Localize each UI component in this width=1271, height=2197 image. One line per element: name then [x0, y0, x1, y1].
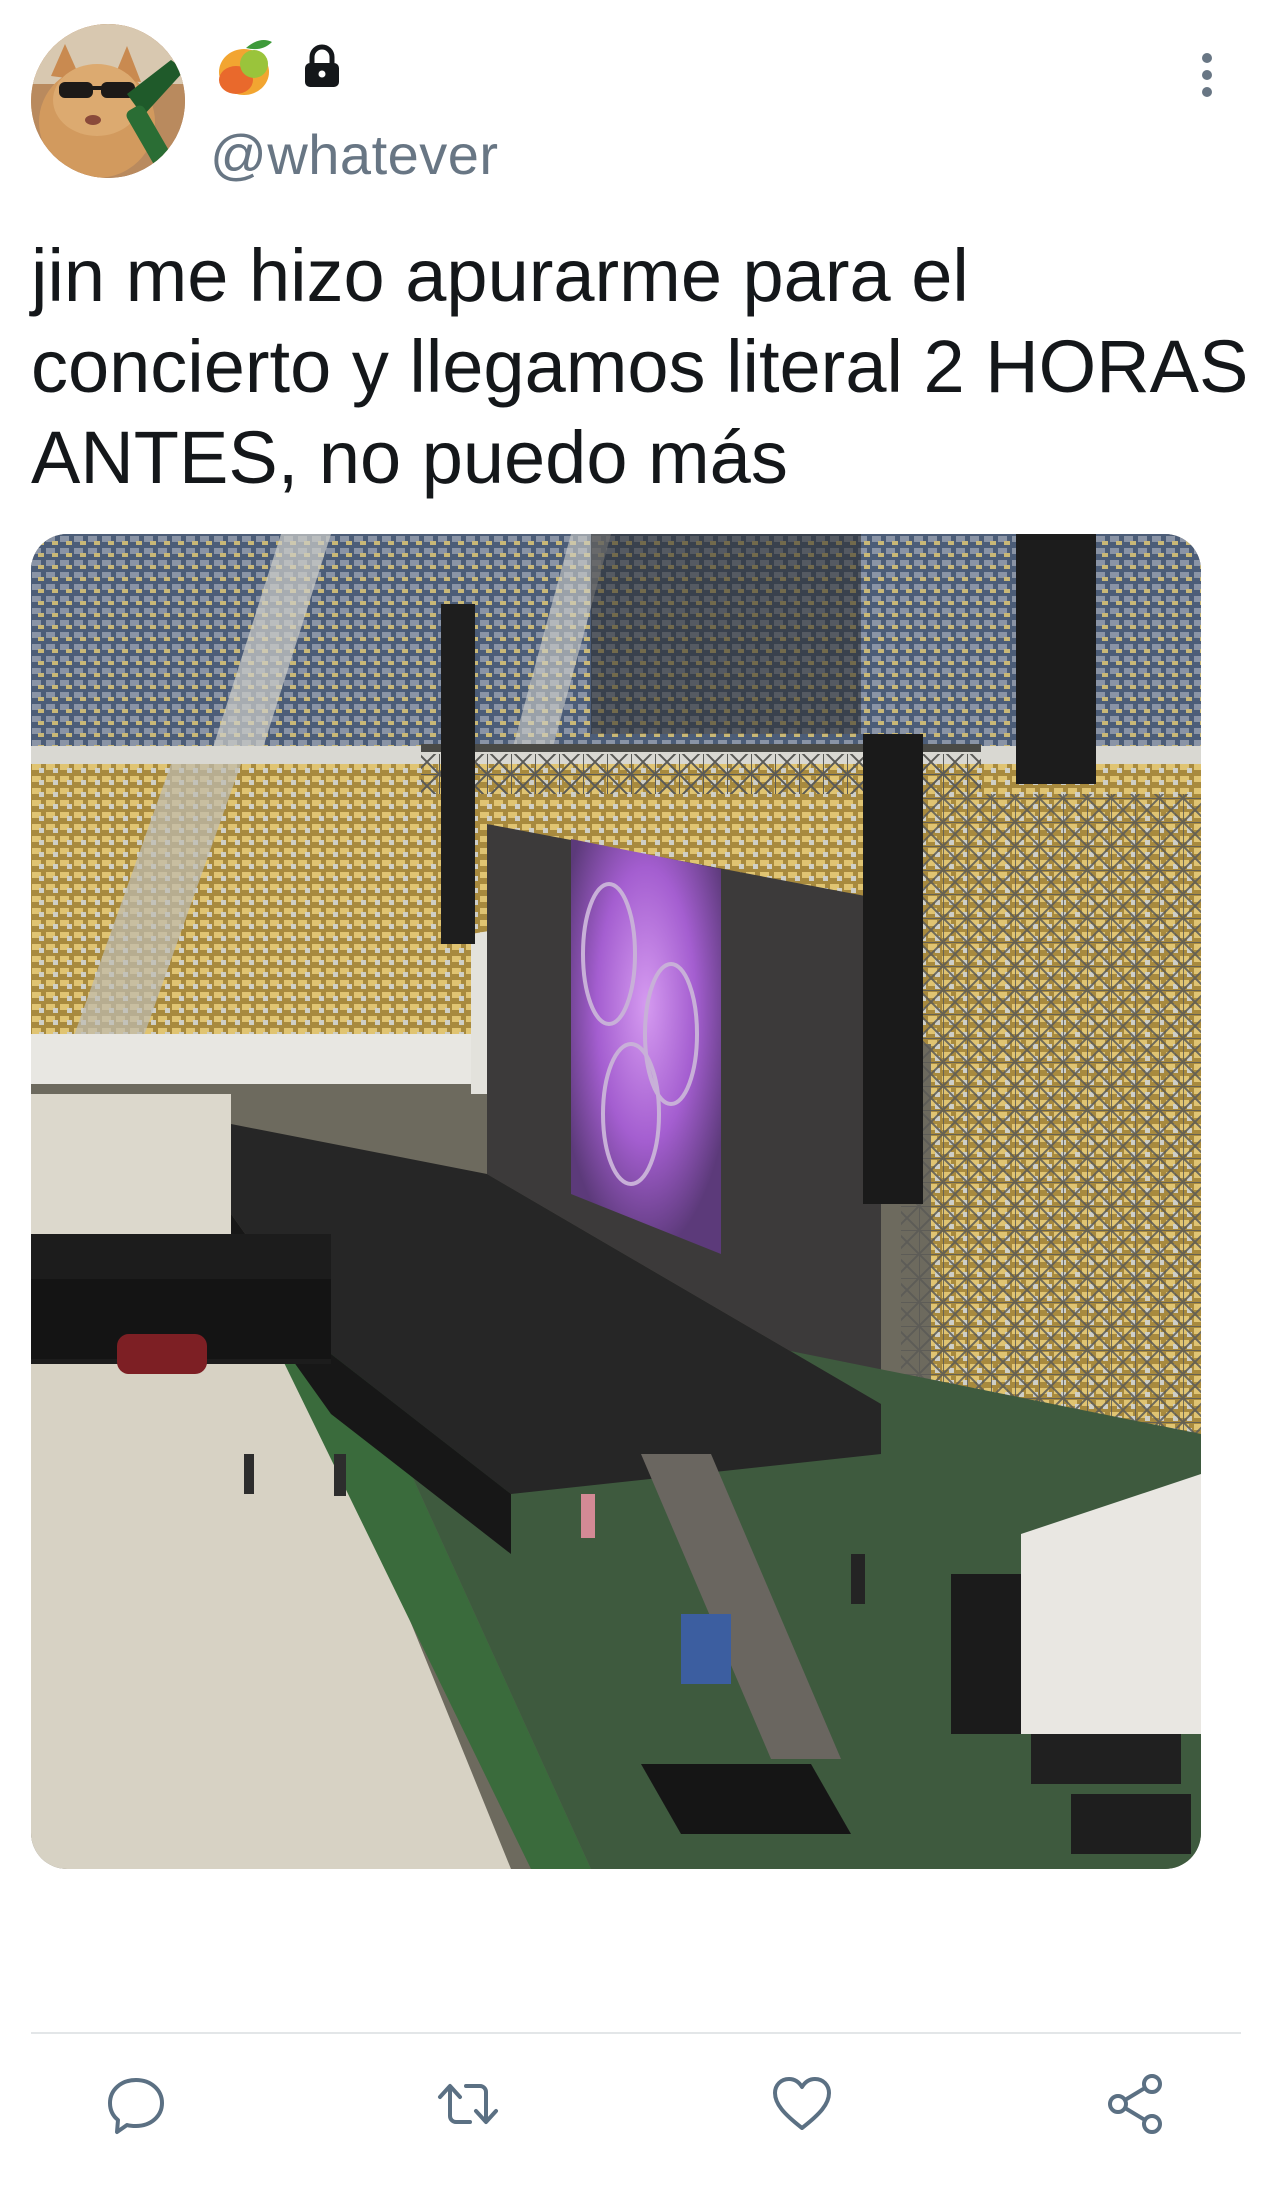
mango-icon — [216, 34, 276, 103]
reply-button[interactable] — [104, 2072, 168, 2136]
more-options-icon[interactable] — [1192, 50, 1222, 100]
heart-icon — [773, 2077, 831, 2130]
reply-icon — [108, 2078, 164, 2134]
user-badges — [216, 36, 342, 100]
share-icon — [1108, 2074, 1162, 2134]
tweet-text: jin me hizo apurarme para el concierto y… — [31, 234, 1249, 499]
like-button[interactable] — [770, 2072, 834, 2136]
retweet-button[interactable] — [436, 2072, 500, 2136]
lock-icon — [302, 44, 342, 93]
retweet-icon — [438, 2084, 498, 2124]
avatar[interactable] — [31, 24, 185, 178]
tweet-media-image[interactable] — [31, 534, 1201, 1869]
action-bar-divider — [31, 2032, 1241, 2034]
user-handle[interactable]: @whatever — [210, 122, 499, 187]
share-button[interactable] — [1104, 2072, 1168, 2136]
